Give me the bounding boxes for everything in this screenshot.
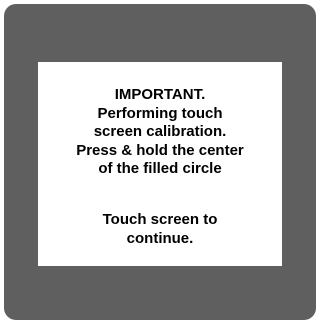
instruction-line-filled-circle: of the filled circle — [98, 160, 222, 177]
touch-screen-frame[interactable]: IMPORTANT. Performing touch screen calib… — [4, 4, 316, 320]
continue-prompt: Touch screen to continue. — [38, 211, 282, 248]
continue-line-touch: Touch screen to — [102, 211, 218, 228]
instruction-line-performing: Performing touch — [97, 104, 223, 122]
calibration-dialog: IMPORTANT. Performing touch screen calib… — [38, 62, 282, 266]
continue-line-continue: continue. — [126, 229, 194, 247]
instruction-line-calibration: screen calibration. — [93, 123, 227, 140]
instruction-line-press-hold: Press & hold the center — [76, 141, 244, 159]
instruction-line-important: IMPORTANT. — [114, 86, 206, 103]
calibration-instructions: IMPORTANT. Performing touch screen calib… — [38, 86, 282, 179]
